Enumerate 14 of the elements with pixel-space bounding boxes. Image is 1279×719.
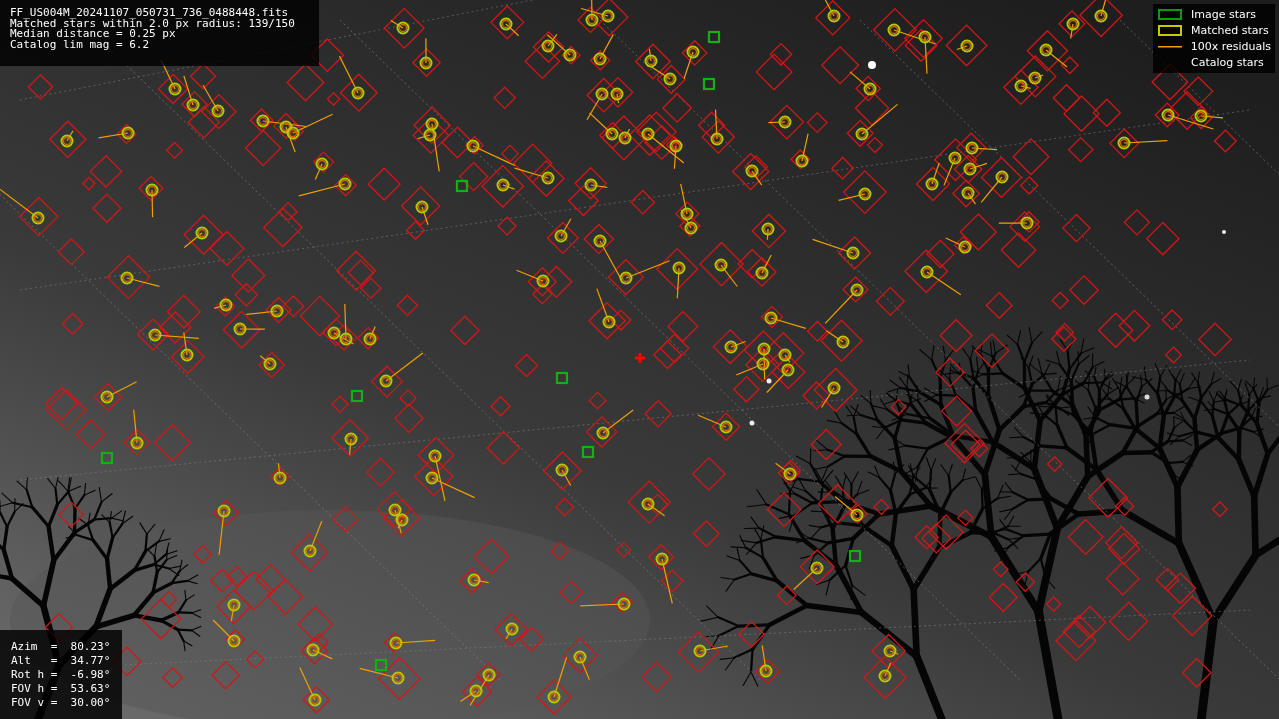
pointing-text: FOV h = 53.63° xyxy=(11,682,112,696)
residual-line-icon xyxy=(1157,45,1182,48)
legend-label: Matched stars xyxy=(1191,24,1269,37)
info-text: Catalog lim mag = 6.2 xyxy=(10,39,151,50)
legend-label: Image stars xyxy=(1191,8,1256,21)
pointing-text: Rot h = -6.98° xyxy=(11,668,112,682)
pointing-text: Azim = 80.23° xyxy=(11,640,112,654)
info-text: Matched stars within 2.0 px radius: 139/150 xyxy=(10,18,296,29)
pointing-text: Alt = 34.77° xyxy=(11,654,112,668)
info-text: Median distance = 0.25 px xyxy=(10,29,176,40)
pointing-text: FOV v = 30.00° xyxy=(11,696,112,710)
legend-label: Catalog stars xyxy=(1191,56,1264,69)
info-text: FF_US004M_20241107_050731_736_0488448.fits xyxy=(10,8,290,19)
legend-label: 100x residuals xyxy=(1190,40,1271,53)
